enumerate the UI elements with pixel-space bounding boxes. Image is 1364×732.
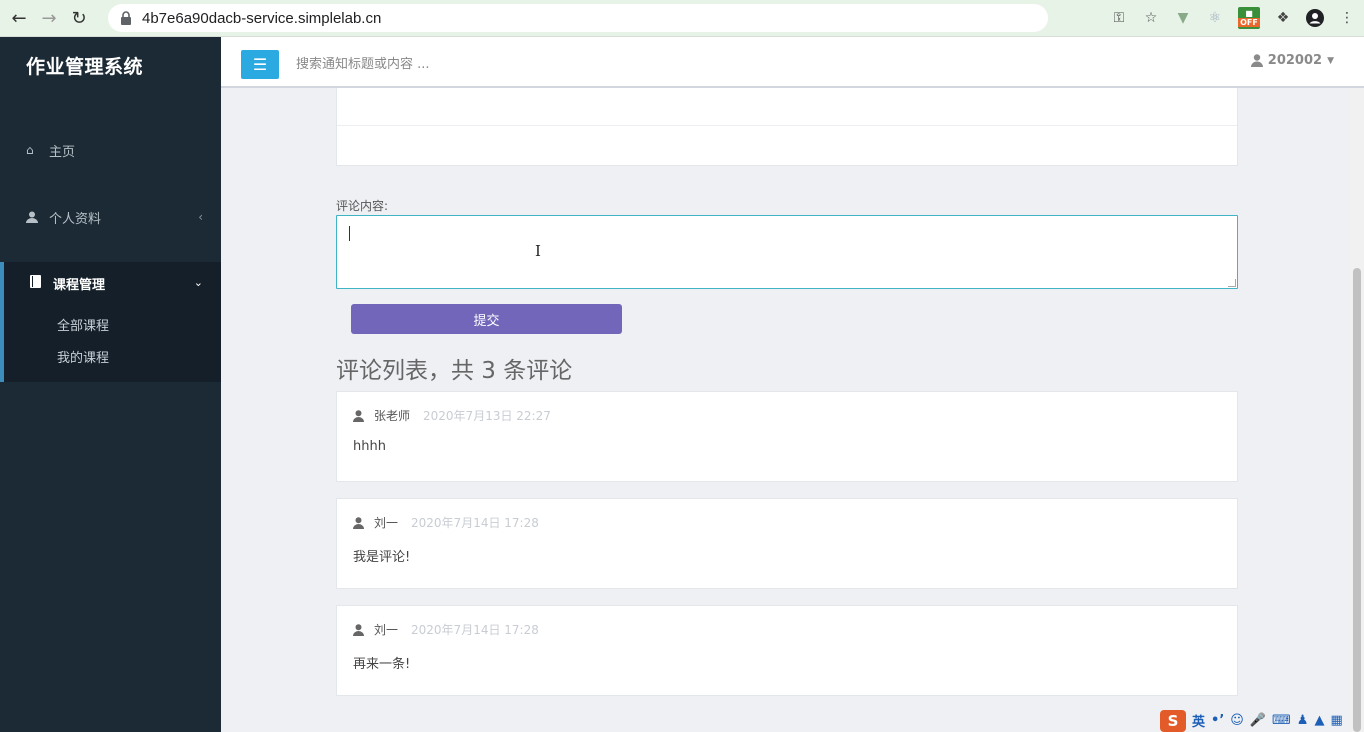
ibeam-cursor-icon: I — [535, 242, 541, 260]
comment-text: hhhh — [353, 439, 386, 454]
user-icon — [353, 409, 364, 422]
user-center-icon[interactable]: ♟ — [1297, 713, 1309, 728]
home-icon: ⌂ — [26, 143, 34, 157]
grid-menu-icon[interactable]: ▦ — [1330, 713, 1342, 728]
comment-label: 评论内容: — [336, 199, 389, 213]
text-caret — [349, 226, 350, 241]
extensions-area: ⚿ ☆ ▼ ⚛ ■ OFF ❖ ⋮ — [1110, 5, 1356, 31]
caret-down-icon: ▼ — [1327, 55, 1334, 66]
top-navbar: ☰ 搜索通知标题或内容 ... 202002 ▼ — [221, 37, 1364, 88]
comment-text: 再来一条! — [353, 657, 411, 672]
user-icon — [26, 211, 42, 223]
comment-time: 2020年7月14日 17:28 — [411, 623, 539, 637]
ime-toolbar: S 英 •’ ☺ 🎤 ⌨ ♟ ▲ ▦ — [1158, 709, 1364, 732]
address-bar[interactable]: 4b7e6a90dacb-service.simplelab.cn — [108, 4, 1048, 32]
key-icon[interactable]: ⚿ — [1110, 9, 1128, 27]
comment-author: 刘一 — [374, 623, 399, 637]
user-icon — [353, 516, 364, 529]
react-devtools-icon[interactable]: ⚛ — [1206, 9, 1224, 27]
sidebar-item-home[interactable]: ⌂ 主页 — [0, 129, 221, 171]
comment-list-title: 评论列表，共 3 条评论 — [336, 358, 573, 384]
comment-author: 张老师 — [374, 409, 411, 423]
comment-item: 刘一 2020年7月14日 17:28 我是评论! — [336, 498, 1238, 589]
more-menu-icon[interactable]: ⋮ — [1338, 9, 1356, 27]
sogou-logo-icon[interactable]: S — [1160, 709, 1186, 732]
user-icon — [1250, 54, 1263, 67]
sidebar-item-label: 个人资料 — [49, 211, 102, 227]
keyboard-icon[interactable]: ⌨ — [1272, 713, 1291, 728]
reload-icon[interactable]: ↻ — [68, 7, 90, 29]
chevron-down-icon: ⌄ — [193, 276, 203, 289]
star-icon[interactable]: ☆ — [1142, 9, 1160, 27]
sidebar-toggle-button[interactable]: ☰ — [241, 50, 279, 79]
hamburger-icon: ☰ — [252, 55, 268, 74]
sidebar-subitem-my-courses[interactable]: 我的课程 — [57, 347, 109, 366]
comment-meta: 张老师 2020年7月13日 22:27 — [353, 407, 551, 424]
emoji-icon[interactable]: ☺ — [1230, 713, 1244, 728]
extension-off-glyph-icon: ■ — [1245, 9, 1253, 18]
back-arrow-icon[interactable]: ← — [8, 7, 30, 29]
comment-item: 张老师 2020年7月13日 22:27 hhhh — [336, 391, 1238, 482]
scrollbar-thumb[interactable] — [1353, 268, 1361, 732]
book-icon — [30, 275, 46, 292]
sidebar-item-label: 课程管理 — [53, 278, 106, 293]
comment-item: 刘一 2020年7月14日 17:28 再来一条! — [336, 605, 1238, 696]
page-scrollbar[interactable] — [1350, 88, 1364, 732]
sidebar: 作业管理系统 ⌂ 主页 个人资料 ‹ 课程管理 ⌄ 全部课程 我的课程 — [0, 37, 221, 732]
user-menu[interactable]: 202002 ▼ — [1250, 53, 1334, 68]
chevron-left-icon: ‹ — [198, 210, 203, 224]
extension-off-badge[interactable]: ■ OFF — [1238, 7, 1260, 29]
profile-avatar-icon[interactable] — [1306, 9, 1324, 27]
sidebar-item-course-management[interactable]: 课程管理 — [30, 274, 105, 293]
url-text: 4b7e6a90dacb-service.simplelab.cn — [142, 9, 382, 27]
comment-author: 刘一 — [374, 516, 399, 530]
comment-time: 2020年7月13日 22:27 — [423, 409, 551, 423]
comment-text: 我是评论! — [353, 550, 411, 565]
resize-grip-icon[interactable] — [1228, 279, 1236, 287]
skin-shirt-icon[interactable]: ▲ — [1314, 713, 1324, 728]
sidebar-group-course-management: 课程管理 ⌄ 全部课程 我的课程 — [0, 262, 221, 382]
microphone-icon[interactable]: 🎤 — [1250, 713, 1266, 728]
user-name: 202002 — [1267, 53, 1323, 68]
user-icon — [353, 623, 364, 636]
sidebar-subitem-all-courses[interactable]: 全部课程 — [57, 315, 109, 334]
puzzle-icon[interactable]: ❖ — [1274, 9, 1292, 27]
comment-textarea[interactable]: I — [336, 215, 1238, 289]
comment-meta: 刘一 2020年7月14日 17:28 — [353, 621, 539, 638]
lock-icon — [121, 11, 131, 25]
sidebar-item-label: 主页 — [49, 144, 76, 160]
profile-circle-icon — [1306, 9, 1324, 27]
extension-off-label: OFF — [1238, 18, 1260, 27]
punctuation-icon[interactable]: •’ — [1211, 713, 1224, 728]
panel-divider — [337, 125, 1237, 126]
details-panel — [336, 88, 1238, 166]
sidebar-item-profile[interactable]: 个人资料 ‹ — [0, 196, 221, 238]
forward-arrow-icon[interactable]: → — [38, 7, 60, 29]
comment-meta: 刘一 2020年7月14日 17:28 — [353, 514, 539, 531]
ime-mode-toggle[interactable]: 英 — [1192, 711, 1205, 730]
app-brand: 作业管理系统 — [26, 56, 144, 78]
search-input[interactable]: 搜索通知标题或内容 ... — [296, 53, 430, 72]
browser-toolbar: ← → ↻ 4b7e6a90dacb-service.simplelab.cn … — [0, 0, 1364, 37]
comment-time: 2020年7月14日 17:28 — [411, 516, 539, 530]
vue-devtools-icon[interactable]: ▼ — [1174, 9, 1192, 27]
submit-button[interactable]: 提交 — [351, 304, 622, 334]
